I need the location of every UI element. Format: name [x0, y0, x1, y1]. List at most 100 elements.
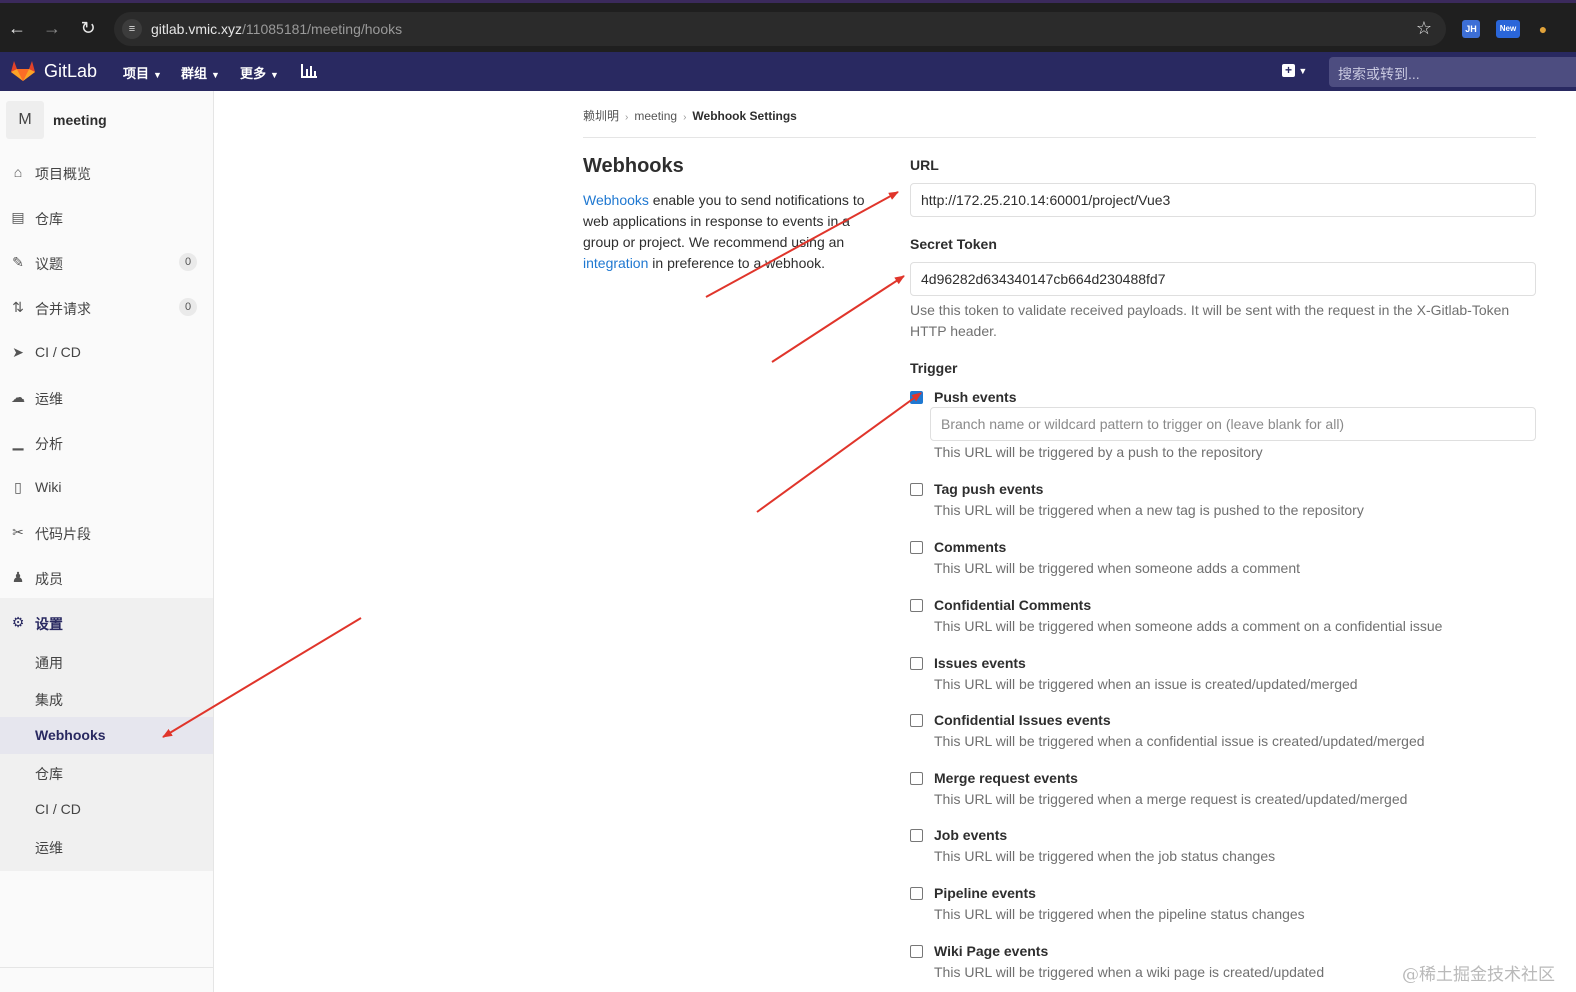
- settings-sub-general[interactable]: 通用: [0, 643, 213, 680]
- issues-icon: ✎: [12, 254, 24, 270]
- breadcrumb-current[interactable]: Webhook Settings: [692, 109, 796, 123]
- home-icon: ⌂: [13, 164, 23, 180]
- settings-sub-cicd[interactable]: CI / CD: [0, 791, 213, 828]
- merge-request-events-label[interactable]: Merge request events: [934, 770, 1078, 786]
- issues-events-checkbox[interactable]: [910, 657, 923, 670]
- trigger-label: Trigger: [910, 360, 958, 376]
- wiki-page-events-desc: This URL will be triggered when a wiki p…: [934, 964, 1325, 980]
- url-field[interactable]: [910, 183, 1536, 217]
- pipeline-events-desc: This URL will be triggered when the pipe…: [934, 906, 1305, 922]
- address-bar[interactable]: ≡ gitlab.vmic.xyz/11085181/meeting/hooks…: [114, 12, 1446, 46]
- menu-groups[interactable]: 群组 ▼: [181, 63, 220, 82]
- gear-icon: ⚙: [11, 614, 25, 630]
- sidebar-item-settings[interactable]: ⚙ 设置: [0, 600, 213, 644]
- webhooks-doc-link[interactable]: Webhooks: [583, 192, 649, 208]
- pipeline-events-checkbox[interactable]: [910, 887, 923, 900]
- sidebar-item-issues[interactable]: ✎ 议题 0: [0, 240, 213, 284]
- merge-request-events-desc: This URL will be triggered when a merge …: [934, 791, 1408, 807]
- extension-new-icon[interactable]: New: [1496, 20, 1520, 38]
- page-title: Webhooks: [583, 155, 684, 177]
- site-settings-icon[interactable]: ≡: [122, 19, 142, 39]
- push-events-checkbox[interactable]: ✓: [910, 391, 923, 404]
- settings-sub-repository[interactable]: 仓库: [0, 754, 213, 791]
- settings-sub-webhooks[interactable]: Webhooks: [0, 717, 213, 754]
- brand-name[interactable]: GitLab: [44, 61, 97, 82]
- new-item-button[interactable]: + ▼: [1282, 63, 1307, 77]
- bookmark-star-icon[interactable]: ☆: [1416, 18, 1432, 39]
- breadcrumb-owner[interactable]: 赖圳明: [583, 109, 619, 123]
- sub-item-label: CI / CD: [35, 801, 81, 817]
- sub-item-label: 通用: [35, 655, 63, 671]
- search-input[interactable]: 搜索或转到...: [1329, 57, 1576, 87]
- sidebar-item-label: 项目概览: [35, 166, 91, 182]
- wiki-page-events-checkbox[interactable]: [910, 945, 923, 958]
- sidebar-item-members[interactable]: ♟ 成员: [0, 555, 213, 599]
- tag-push-events-label[interactable]: Tag push events: [934, 481, 1043, 497]
- breadcrumb-project[interactable]: meeting: [634, 109, 677, 123]
- sidebar-item-analytics[interactable]: ▁ 分析: [0, 420, 213, 464]
- confidential-comments-label[interactable]: Confidential Comments: [934, 597, 1091, 613]
- extension-jh-icon[interactable]: JH: [1462, 20, 1480, 38]
- breadcrumb: 赖圳明 › meeting › Webhook Settings: [583, 107, 797, 124]
- sidebar-item-label: 分析: [35, 436, 63, 452]
- sidebar-item-label: 设置: [35, 616, 63, 632]
- address-text[interactable]: gitlab.vmic.xyz/11085181/meeting/hooks: [151, 21, 402, 37]
- tag-push-events-desc: This URL will be triggered when a new ta…: [934, 502, 1364, 518]
- secret-token-help: Use this token to validate received payl…: [910, 302, 1510, 339]
- settings-sub-integrations[interactable]: 集成: [0, 680, 213, 717]
- activity-chart-icon[interactable]: [300, 62, 318, 80]
- sidebar-item-cicd[interactable]: ➤ CI / CD: [0, 330, 213, 374]
- sidebar-item-label: 仓库: [35, 211, 63, 227]
- secret-token-field[interactable]: [910, 262, 1536, 296]
- chevron-down-icon: ▼: [153, 70, 162, 80]
- merge-request-events-checkbox[interactable]: [910, 772, 923, 785]
- sub-item-label: 仓库: [35, 766, 63, 782]
- issues-count-badge: 0: [179, 253, 197, 271]
- reload-icon[interactable]: ↻: [77, 17, 99, 39]
- sidebar-item-wiki[interactable]: ▯ Wiki: [0, 465, 213, 509]
- settings-sub-operations[interactable]: 运维: [0, 828, 213, 865]
- sidebar-item-merge-requests[interactable]: ⇅ 合并请求 0: [0, 285, 213, 329]
- chart-icon: ▁: [12, 434, 24, 450]
- project-name: meeting: [53, 112, 107, 128]
- branch-filter-input[interactable]: [930, 407, 1536, 441]
- sub-item-label: 集成: [35, 692, 63, 708]
- job-events-checkbox[interactable]: [910, 829, 923, 842]
- pipeline-events-label[interactable]: Pipeline events: [934, 885, 1036, 901]
- cookie-extension-icon[interactable]: ●: [1534, 20, 1552, 38]
- comments-label[interactable]: Comments: [934, 539, 1006, 555]
- menu-more[interactable]: 更多 ▼: [240, 63, 279, 82]
- confidential-issues-events-label[interactable]: Confidential Issues events: [934, 712, 1111, 728]
- breadcrumb-divider: [583, 137, 1536, 138]
- chevron-down-icon: ▼: [270, 70, 279, 80]
- confidential-issues-events-checkbox[interactable]: [910, 714, 923, 727]
- job-events-label[interactable]: Job events: [934, 827, 1007, 843]
- project-avatar: M: [6, 101, 44, 139]
- forward-icon[interactable]: →: [41, 17, 63, 39]
- scissors-icon: ✂: [12, 524, 24, 540]
- comments-checkbox[interactable]: [910, 541, 923, 554]
- sidebar-item-operations[interactable]: ☁ 运维: [0, 375, 213, 419]
- back-icon[interactable]: ←: [6, 17, 28, 39]
- tag-push-events-checkbox[interactable]: [910, 483, 923, 496]
- sidebar-item-label: CI / CD: [35, 344, 81, 360]
- arrow-to-token: [771, 275, 905, 363]
- sidebar-item-repository[interactable]: ▤ 仓库: [0, 195, 213, 239]
- description-text: in preference to a webhook.: [648, 255, 826, 271]
- menu-projects[interactable]: 项目 ▼: [123, 63, 162, 82]
- sidebar-item-overview[interactable]: ⌂ 项目概览: [0, 150, 213, 194]
- integration-link[interactable]: integration: [583, 255, 648, 271]
- book-icon: ▯: [14, 479, 22, 495]
- gitlab-logo-icon[interactable]: [11, 60, 35, 82]
- sidebar-item-snippets[interactable]: ✂ 代码片段: [0, 510, 213, 554]
- browser-toolbar: ← → ↻ ≡ gitlab.vmic.xyz/11085181/meeting…: [0, 0, 1576, 52]
- wiki-page-events-label[interactable]: Wiki Page events: [934, 943, 1048, 959]
- issues-events-label[interactable]: Issues events: [934, 655, 1026, 671]
- push-events-label[interactable]: Push events: [934, 389, 1016, 405]
- rocket-icon: ➤: [12, 344, 24, 360]
- gitlab-header: GitLab 项目 ▼ 群组 ▼ 更多 ▼ + ▼ 搜索或转到...: [0, 52, 1576, 91]
- confidential-comments-checkbox[interactable]: [910, 599, 923, 612]
- watermark: @稀土掘金技术社区: [1402, 965, 1555, 985]
- sidebar-item-label: 成员: [35, 571, 63, 587]
- chevron-right-icon: ›: [625, 112, 629, 123]
